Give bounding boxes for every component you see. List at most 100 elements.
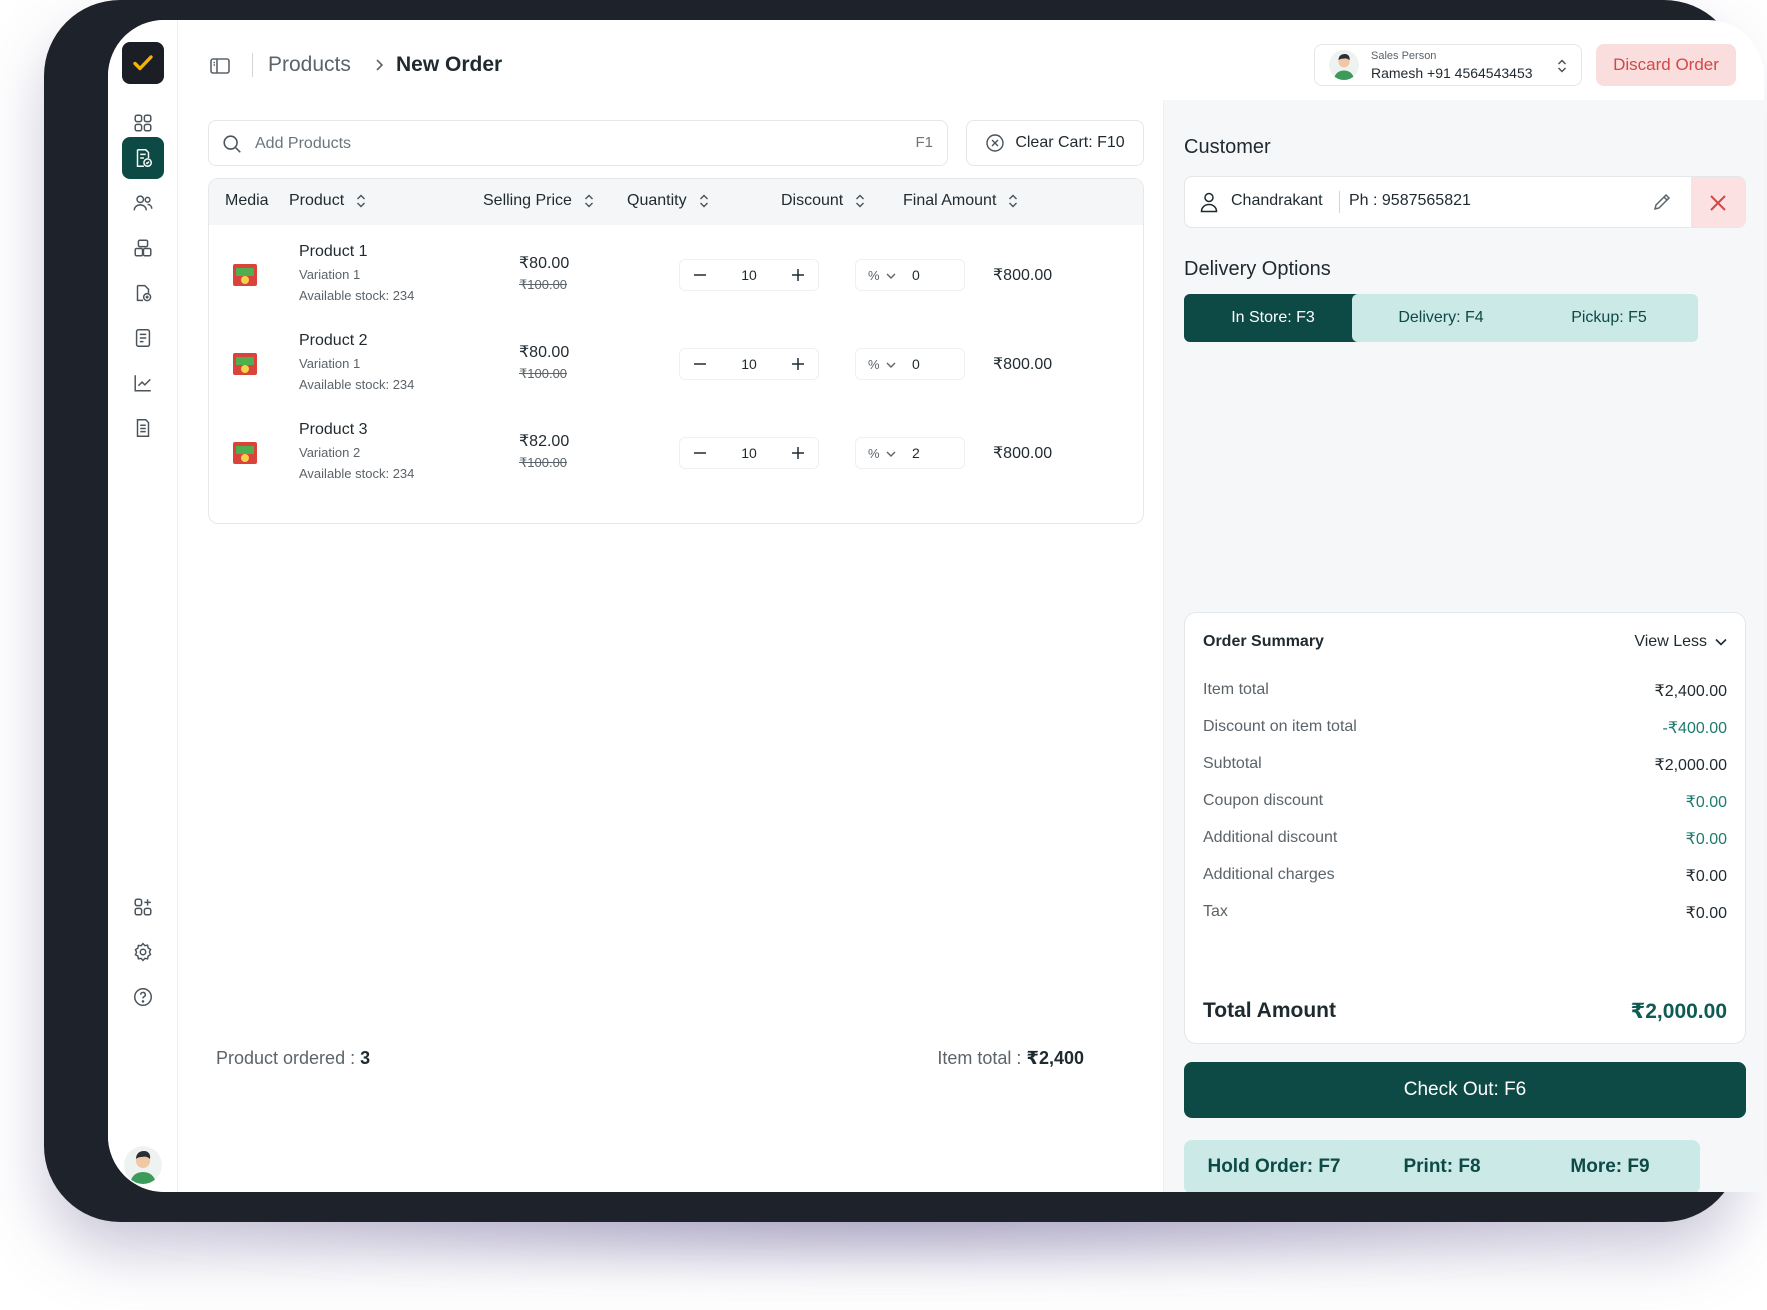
sidebar-toggle-icon[interactable] — [208, 54, 232, 78]
discount-input[interactable] — [912, 440, 960, 466]
discount-type-select[interactable]: % — [868, 357, 896, 372]
plus-icon — [792, 358, 804, 370]
settings-icon[interactable] — [122, 931, 164, 973]
increase-quantity-button[interactable] — [778, 260, 818, 290]
product-variation: Variation 1 — [299, 267, 361, 282]
increase-quantity-button[interactable] — [778, 349, 818, 379]
tablet-frame: Products New Order Sales Person Ramesh +… — [44, 0, 1764, 1222]
discount-input[interactable] — [912, 351, 960, 377]
col-discount[interactable]: Discount — [781, 192, 867, 210]
delivery-option-delivery[interactable]: Delivery: F4 — [1352, 294, 1530, 342]
minus-icon — [694, 274, 706, 276]
product-stock: Available stock: 234 — [299, 466, 415, 481]
product-name: Product 2 — [299, 332, 368, 349]
discount-input[interactable] — [912, 262, 960, 288]
discard-order-button[interactable]: Discard Order — [1596, 44, 1736, 86]
customer-heading: Customer — [1184, 136, 1271, 158]
clear-cart-label: Clear Cart: F10 — [1015, 134, 1125, 151]
original-price: ₹100.00 — [519, 455, 568, 470]
product-variation: Variation 1 — [299, 356, 361, 371]
product-name: Product 3 — [299, 421, 368, 438]
help-icon[interactable] — [122, 976, 164, 1018]
product-ordered-count: Product ordered : 3 — [216, 1048, 371, 1068]
table-row: Product 2 Variation 1 Available stock: 2… — [209, 314, 1143, 414]
print-button[interactable]: Print: F8 — [1352, 1140, 1532, 1192]
orders-icon[interactable] — [122, 137, 164, 179]
selling-price: ₹82.00 — [519, 433, 570, 450]
final-amount: ₹800.00 — [993, 445, 1053, 462]
selling-price: ₹80.00 — [519, 344, 570, 361]
sort-icon — [699, 194, 708, 208]
page-title: New Order — [396, 53, 503, 76]
col-selling-price[interactable]: Selling Price — [483, 192, 596, 210]
decrease-quantity-button[interactable] — [680, 260, 720, 290]
invoice-icon[interactable] — [122, 317, 164, 359]
original-price: ₹100.00 — [519, 277, 568, 292]
col-product[interactable]: Product — [289, 192, 368, 210]
increase-quantity-button[interactable] — [778, 438, 818, 468]
table-row: Product 1 Variation 1 Available stock: 2… — [209, 225, 1143, 325]
add-products-search[interactable]: F1 — [208, 120, 948, 166]
delivery-option-pickup[interactable]: Pickup: F5 — [1520, 294, 1698, 342]
sort-icon — [1009, 194, 1018, 208]
inventory-icon[interactable] — [122, 227, 164, 269]
product-thumbnail — [233, 264, 257, 286]
product-stock: Available stock: 234 — [299, 377, 415, 392]
delivery-option-in-store[interactable]: In Store: F3 — [1184, 294, 1362, 342]
clear-circle-icon — [986, 134, 1005, 152]
analytics-icon[interactable] — [122, 362, 164, 404]
logo-check-icon[interactable] — [122, 42, 164, 84]
col-media: Media — [225, 192, 269, 209]
edit-pencil-icon[interactable] — [1651, 191, 1673, 213]
search-shortcut: F1 — [915, 134, 933, 151]
sales-person-label: Sales Person — [1371, 50, 1437, 62]
selling-price: ₹80.00 — [519, 255, 570, 272]
item-total-footer: Item total : ₹2,400 — [937, 1048, 1084, 1068]
add-app-icon[interactable] — [122, 886, 164, 928]
reports-icon[interactable] — [122, 407, 164, 449]
checkout-button[interactable]: Check Out: F6 — [1184, 1062, 1746, 1118]
quantity-input[interactable] — [722, 261, 776, 289]
col-final-amount[interactable]: Final Amount — [903, 192, 1020, 210]
decrease-quantity-button[interactable] — [680, 349, 720, 379]
product-thumbnail — [233, 442, 257, 464]
products-icon[interactable] — [122, 272, 164, 314]
product-name: Product 1 — [299, 243, 368, 260]
search-input[interactable] — [255, 129, 855, 159]
breadcrumb-products[interactable]: Products — [268, 53, 351, 77]
sales-person-select[interactable]: Sales Person Ramesh +91 4564543453 — [1314, 44, 1582, 86]
user-avatar[interactable] — [124, 1146, 162, 1184]
chevron-down-icon — [886, 273, 896, 279]
clear-cart-button[interactable]: Clear Cart: F10 — [966, 120, 1144, 166]
view-less-toggle[interactable]: View Less — [1634, 633, 1727, 651]
sales-person-value: Ramesh +91 4564543453 — [1371, 65, 1533, 81]
discount-type-select[interactable]: % — [868, 446, 896, 461]
chevron-down-icon — [886, 451, 896, 457]
chevron-up-down-icon — [1557, 59, 1567, 73]
product-variation: Variation 2 — [299, 445, 361, 460]
hold-order-button[interactable]: Hold Order: F7 — [1184, 1140, 1364, 1192]
product-thumbnail — [233, 353, 257, 375]
decrease-quantity-button[interactable] — [680, 438, 720, 468]
quantity-input[interactable] — [722, 350, 776, 378]
discount-type-select[interactable]: % — [868, 268, 896, 283]
quantity-input[interactable] — [722, 439, 776, 467]
minus-icon — [694, 452, 706, 454]
col-quantity[interactable]: Quantity — [627, 192, 711, 210]
customers-icon[interactable] — [122, 182, 164, 224]
product-stock: Available stock: 234 — [299, 288, 415, 303]
sidebar — [108, 20, 178, 1192]
order-side-panel: Customer Chandrakant Ph : 9587565821 Del… — [1163, 100, 1764, 1192]
plus-icon — [792, 269, 804, 281]
summary-row-additional-charges: Additional charges ₹0.00 — [1203, 866, 1727, 885]
quantity-stepper — [679, 348, 819, 380]
more-button[interactable]: More: F9 — [1520, 1140, 1700, 1192]
remove-customer-button[interactable] — [1691, 177, 1745, 227]
summary-row-subtotal: Subtotal ₹2,000.00 — [1203, 755, 1727, 774]
summary-row-discount: Discount on item total -₹400.00 — [1203, 718, 1727, 737]
table-row: Product 3 Variation 2 Available stock: 2… — [209, 403, 1143, 503]
person-icon — [1200, 192, 1218, 213]
sort-icon — [584, 194, 593, 208]
header-divider — [252, 53, 253, 77]
app-screen: Products New Order Sales Person Ramesh +… — [108, 20, 1764, 1192]
